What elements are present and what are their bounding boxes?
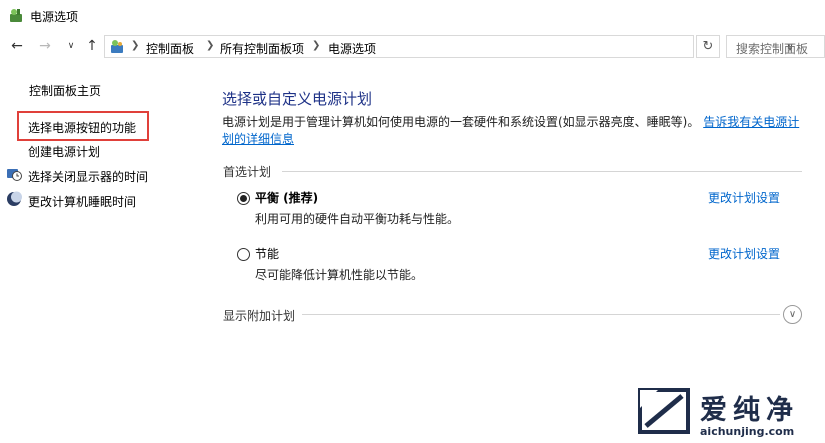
sidebar-home-link[interactable]: 控制面板主页 bbox=[29, 82, 101, 99]
plan-name-power-saver[interactable]: 节能 bbox=[255, 245, 279, 262]
moon-icon bbox=[7, 191, 22, 206]
sidebar-item-power-button[interactable]: 选择电源按钮的功能 bbox=[28, 119, 136, 136]
search-input[interactable]: 搜索控制面板 bbox=[726, 35, 825, 58]
control-panel-icon bbox=[111, 40, 123, 53]
description-text: 电源计划是用于管理计算机如何使用电源的一套硬件和系统设置(如显示器亮度、睡眠等)… bbox=[222, 115, 700, 129]
chevron-down-icon[interactable]: ∨ bbox=[783, 305, 802, 324]
show-additional-plans-label[interactable]: 显示附加计划 bbox=[223, 307, 295, 324]
power-options-icon bbox=[10, 9, 22, 22]
sidebar-item-create-plan[interactable]: 创建电源计划 bbox=[28, 143, 100, 160]
plan-desc-power-saver: 尽可能降低计算机性能以节能。 bbox=[255, 268, 424, 282]
watermark-logo-icon bbox=[638, 388, 690, 434]
monitor-clock-icon bbox=[7, 169, 22, 181]
watermark-text: 爱纯净 bbox=[700, 395, 799, 426]
navigation-bar: ← → ∨ ↑ ❯ 控制面板 ❯ 所有控制面板项 ❯ 电源选项 ∨ ↻ 搜索控制… bbox=[0, 34, 825, 60]
divider bbox=[282, 171, 802, 172]
plan-name-balanced[interactable]: 平衡 (推荐) bbox=[255, 189, 318, 206]
chevron-right-icon[interactable]: ❯ bbox=[312, 40, 320, 51]
title-bar: 电源选项 bbox=[0, 0, 825, 32]
divider bbox=[302, 314, 780, 315]
sidebar-item-display-off[interactable]: 选择关闭显示器的时间 bbox=[28, 168, 148, 185]
change-plan-settings-link-balanced[interactable]: 更改计划设置 bbox=[708, 189, 780, 206]
refresh-icon[interactable]: ↻ bbox=[696, 35, 720, 58]
chevron-down-icon[interactable]: ∨ bbox=[62, 36, 80, 56]
arrow-left-icon[interactable]: ← bbox=[8, 36, 26, 56]
page-description: 电源计划是用于管理计算机如何使用电源的一套硬件和系统设置(如显示器亮度、睡眠等)… bbox=[222, 114, 802, 148]
watermark: 爱纯净 aichunjing.com bbox=[636, 386, 825, 443]
preferred-plans-label: 首选计划 bbox=[223, 165, 272, 179]
chevron-right-icon[interactable]: ❯ bbox=[206, 40, 214, 51]
breadcrumb-control-panel[interactable]: 控制面板 bbox=[146, 40, 194, 57]
radio-balanced[interactable] bbox=[237, 192, 250, 205]
chevron-right-icon: ❯ bbox=[131, 40, 140, 51]
page-title: 选择或自定义电源计划 bbox=[222, 90, 373, 108]
radio-power-saver[interactable] bbox=[237, 248, 250, 261]
address-bar[interactable]: ❯ 控制面板 ❯ 所有控制面板项 ❯ 电源选项 ∨ bbox=[104, 35, 794, 58]
arrow-right-icon[interactable]: → bbox=[36, 36, 54, 56]
breadcrumb-all-items[interactable]: 所有控制面板项 bbox=[220, 40, 304, 57]
sidebar-item-sleep-time[interactable]: 更改计算机睡眠时间 bbox=[28, 193, 136, 210]
breadcrumb-power-options[interactable]: 电源选项 bbox=[328, 40, 376, 57]
change-plan-settings-link-power-saver[interactable]: 更改计划设置 bbox=[708, 245, 780, 262]
window-title: 电源选项 bbox=[30, 10, 79, 24]
arrow-up-icon[interactable]: ↑ bbox=[83, 36, 101, 56]
watermark-url: aichunjing.com bbox=[700, 425, 795, 438]
plan-desc-balanced: 利用可用的硬件自动平衡功耗与性能。 bbox=[255, 212, 460, 226]
